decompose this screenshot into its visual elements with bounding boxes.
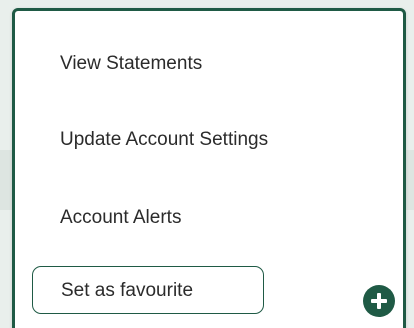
menu-item-view-statements[interactable]: View Statements (60, 52, 202, 76)
set-as-favourite-label: Set as favourite (61, 280, 194, 301)
plus-circle-icon[interactable] (363, 285, 395, 317)
menu-item-update-account-settings[interactable]: Update Account Settings (60, 128, 268, 152)
set-as-favourite-button[interactable]: Set as favourite (32, 266, 264, 314)
account-actions-menu: View Statements Update Account Settings … (12, 8, 406, 328)
menu-item-account-alerts[interactable]: Account Alerts (60, 206, 181, 230)
